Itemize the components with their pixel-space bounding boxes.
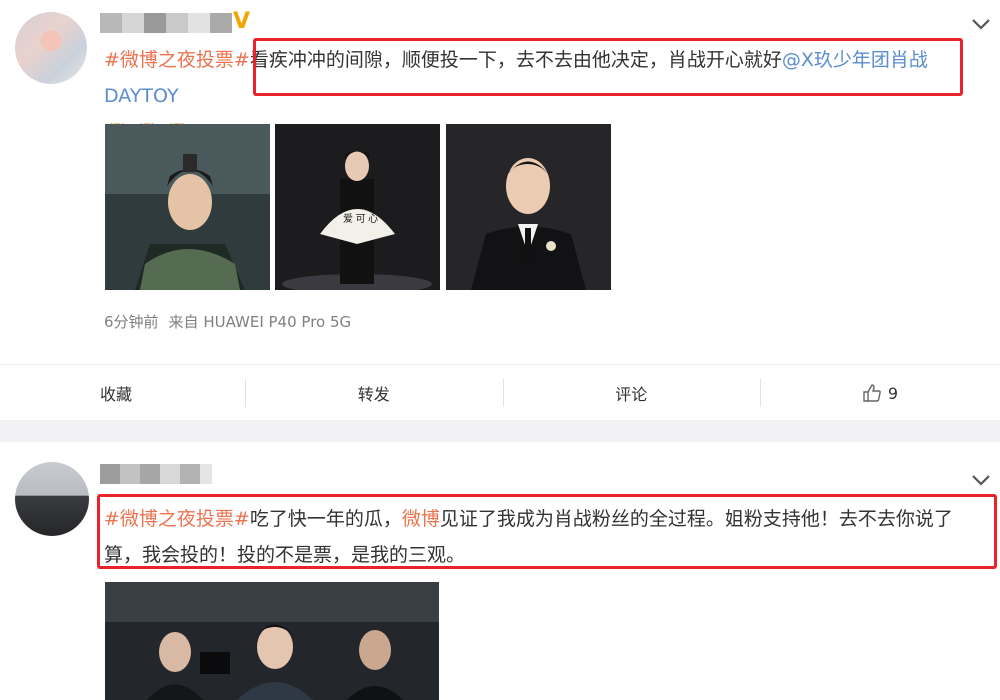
post-meta: 6分钟前 来自 HUAWEI P40 Pro 5G [104,311,361,332]
comment-button[interactable]: 评论 [502,365,761,421]
post-source: 来自 HUAWEI P40 Pro 5G [168,313,352,331]
like-count: 9 [887,383,899,403]
comment-label: 评论 [615,385,648,404]
photo-stage-suit[interactable] [446,124,611,290]
highlight-box [253,38,963,96]
highlight-box [97,494,997,569]
chevron-down-icon[interactable] [968,14,994,34]
photo-armored-warrior[interactable] [105,124,270,290]
username-blurred[interactable] [100,13,232,33]
repost-label: 转发 [357,385,390,404]
svg-text:爱 可 心: 爱 可 心 [343,212,378,225]
favorite-label: 收藏 [100,385,133,404]
username-blurred[interactable] [100,464,212,484]
thumbs-up-icon [863,384,881,402]
favorite-button[interactable]: 收藏 [0,365,245,421]
topic-link[interactable]: #微博之夜投票# [104,49,250,71]
weibo-post-2: #微博之夜投票#吃了快一年的瓜，微博见证了我成为肖战粉丝的全过程。姐粉支持他！去… [0,442,1000,700]
avatar[interactable] [15,12,87,84]
photo-stage-fan[interactable]: 爱 可 心 [275,124,440,290]
chevron-down-icon[interactable] [968,470,994,490]
avatar[interactable] [15,462,89,536]
like-button[interactable]: 9 [760,365,1000,421]
photo-group-backstage[interactable] [105,582,439,700]
post-time[interactable]: 6分钟前 [104,313,159,331]
post-separator [0,420,1000,442]
verified-v-icon: V [233,9,251,34]
weibo-post-1: V #微博之夜投票#看疾冲冲的间隙，顺便投一下，去不去由他决定，肖战开心就好@X… [0,0,1000,420]
repost-button[interactable]: 转发 [245,365,503,421]
action-bar: 收藏 转发 评论 9 [0,364,1000,421]
